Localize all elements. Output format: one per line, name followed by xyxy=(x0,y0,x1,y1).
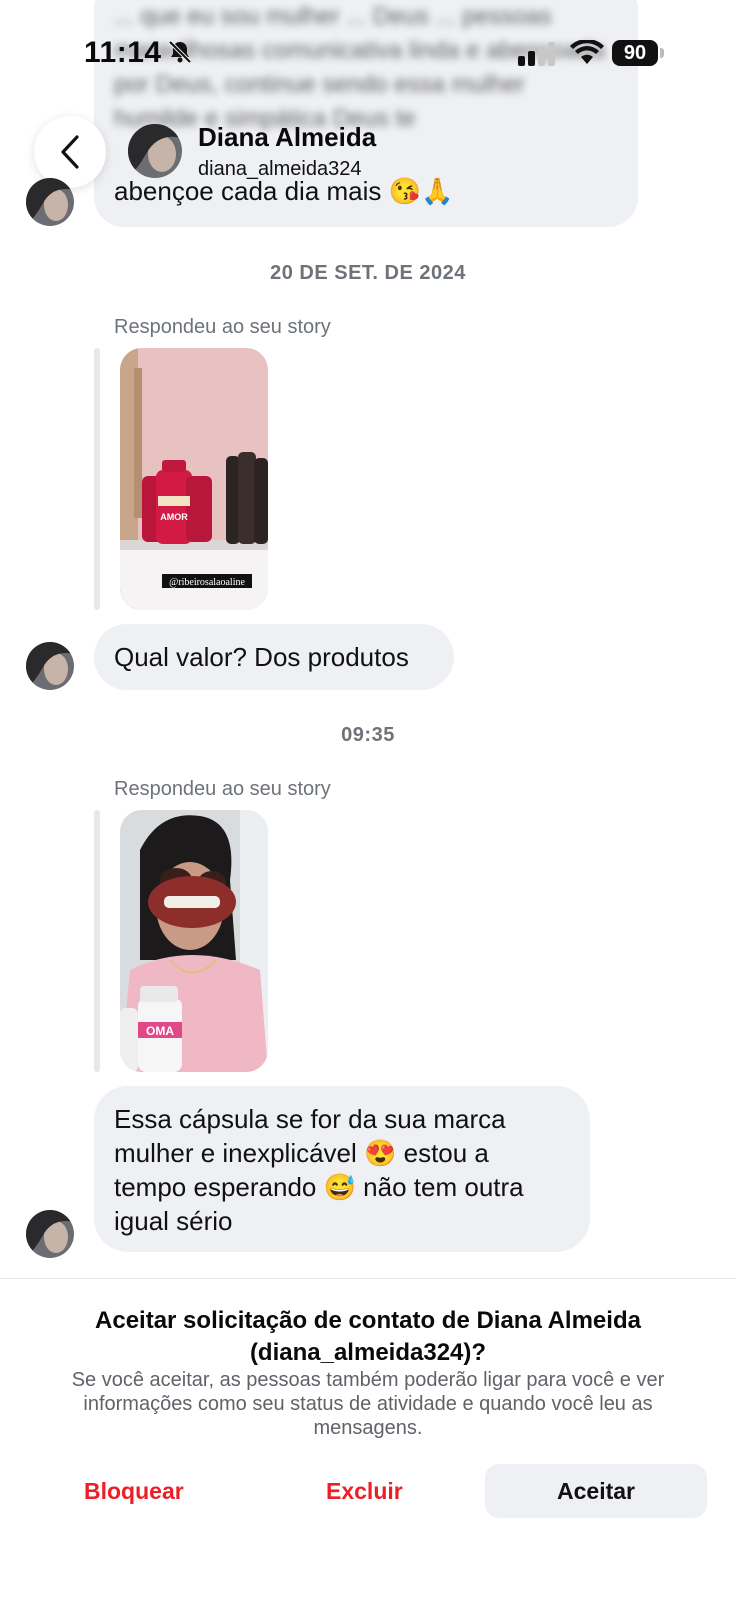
back-button[interactable] xyxy=(34,116,106,188)
contact-name[interactable]: Diana Almeida xyxy=(198,122,376,153)
message-text-top-blurred: ... que eu sou mulher ... Deus ... pesso… xyxy=(114,3,605,132)
message-bubble[interactable]: Qual valor? Dos produtos xyxy=(94,624,454,690)
sender-avatar[interactable] xyxy=(26,1210,74,1258)
story-caption: @ribeirosalaoaline xyxy=(169,577,245,588)
message-bubble[interactable]: Essa cápsula se for da sua marca mulher … xyxy=(94,1086,590,1252)
story-thumbnail[interactable]: AMOR @ribeirosalaoaline xyxy=(120,348,268,610)
message-text-line: Essa cápsula se for da sua marca xyxy=(114,1104,506,1134)
request-description: Se você aceitar, as pessoas também poder… xyxy=(71,1369,665,1439)
battery-icon: 90 xyxy=(612,40,664,66)
story-product-label: OMA xyxy=(146,1024,174,1038)
delete-button[interactable]: Excluir xyxy=(326,1478,403,1505)
sender-avatar[interactable] xyxy=(26,178,74,226)
story-reply-label: Respondeu ao seu story xyxy=(114,778,331,800)
reply-quote-bar xyxy=(94,810,100,1072)
contact-username[interactable]: diana_almeida324 xyxy=(198,158,361,181)
reply-quote-bar xyxy=(94,348,100,610)
story-reply-label: Respondeu ao seu story xyxy=(114,316,331,338)
cellular-signal-icon xyxy=(518,42,555,66)
time-separator: 09:35 xyxy=(341,724,395,746)
header-avatar[interactable] xyxy=(128,124,182,178)
message-text: Qual valor? Dos produtos xyxy=(114,642,409,672)
message-text-line: mulher e inexplicável 😍 estou a xyxy=(114,1138,489,1168)
accept-button[interactable]: Aceitar xyxy=(485,1464,707,1518)
block-button[interactable]: Bloquear xyxy=(84,1478,184,1505)
date-separator: 20 DE SET. DE 2024 xyxy=(270,262,466,284)
sender-avatar[interactable] xyxy=(26,642,74,690)
battery-level: 90 xyxy=(612,40,658,66)
message-text-line: tempo esperando 😅 não tem outra xyxy=(114,1172,524,1202)
story-thumbnail[interactable]: OMA xyxy=(120,810,268,1072)
message-text-line: igual sério xyxy=(114,1206,233,1236)
wifi-icon xyxy=(570,40,604,64)
status-time: 11:14 xyxy=(84,36,162,69)
chevron-left-icon xyxy=(61,135,79,169)
panel-divider xyxy=(0,1278,736,1279)
bell-muted-icon xyxy=(168,40,192,64)
request-title: Aceitar solicitação de contato de Diana … xyxy=(95,1307,641,1366)
story-product-label: AMOR xyxy=(160,512,188,522)
